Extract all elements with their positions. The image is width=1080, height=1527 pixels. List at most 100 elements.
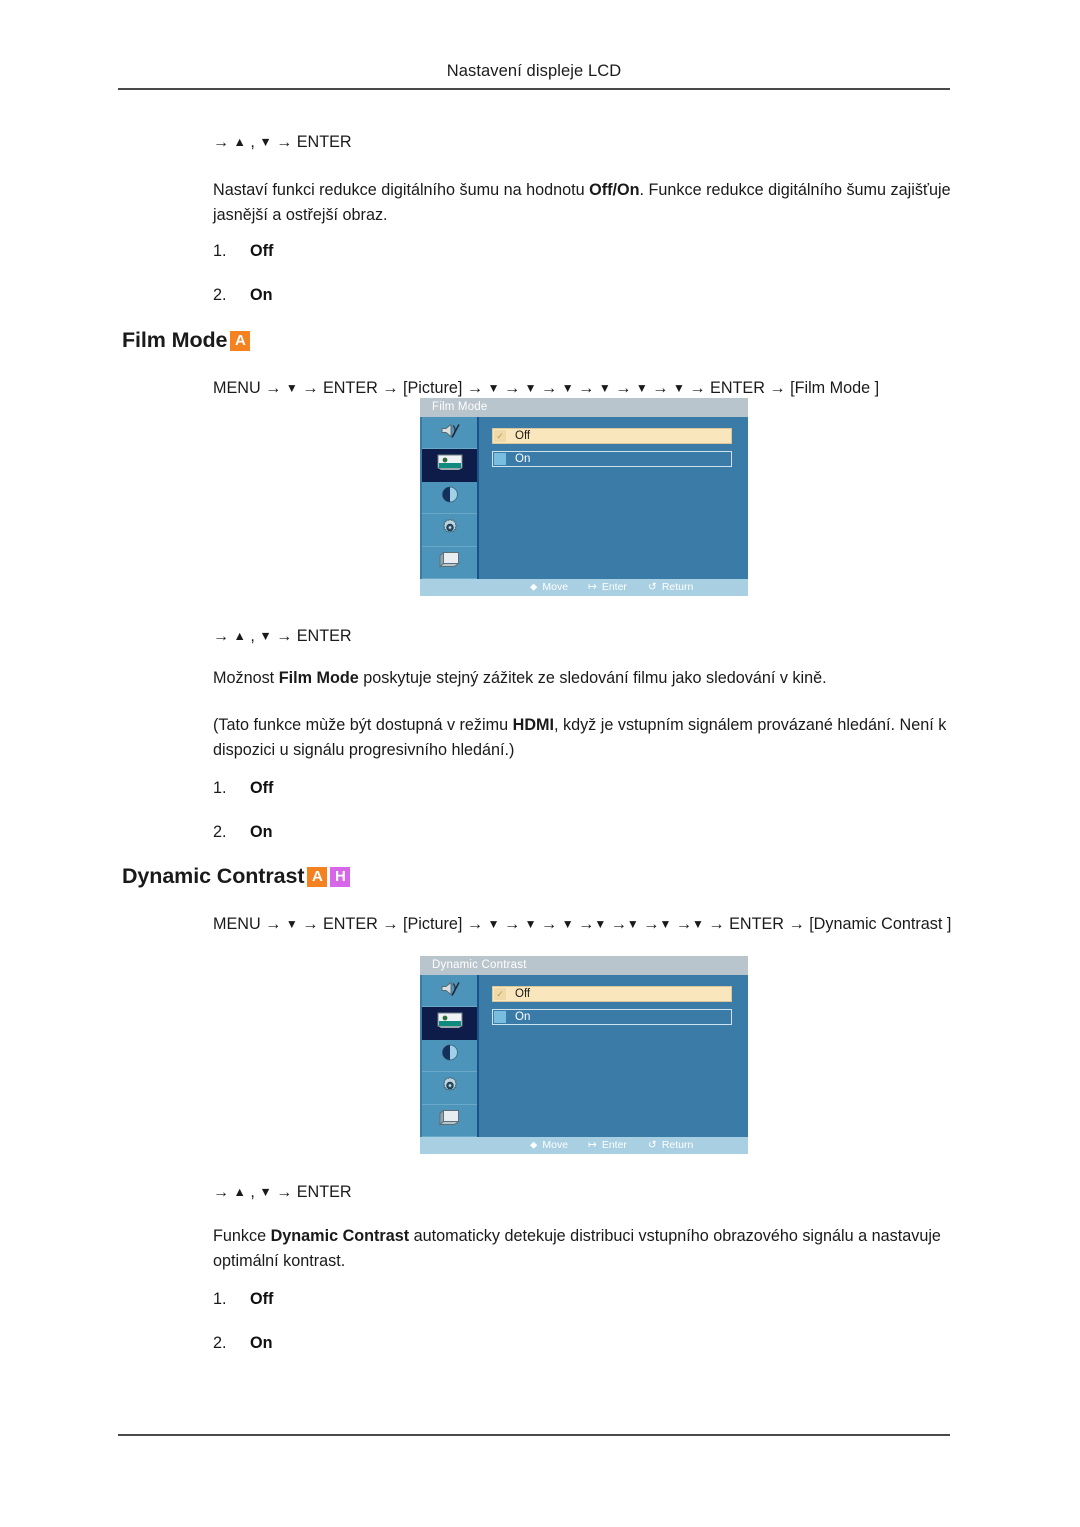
list-item: 1. Off bbox=[213, 242, 713, 286]
running-header: Nastavení displeje LCD bbox=[446, 62, 622, 80]
down-triangle-icon: ▼ bbox=[692, 917, 704, 931]
enter-icon: ↦ bbox=[588, 1139, 597, 1151]
osd-sidebar-item-sound[interactable] bbox=[422, 417, 477, 450]
comma: , bbox=[250, 1183, 255, 1201]
list-item: 1. Off bbox=[213, 1290, 713, 1334]
osd-sidebar-item-input[interactable] bbox=[422, 1105, 477, 1137]
osd-sidebar-item-picture[interactable] bbox=[422, 449, 477, 482]
header-rule bbox=[118, 88, 950, 90]
desc-bold: Dynamic Contrast bbox=[270, 1227, 410, 1245]
move-icon: ⬥ bbox=[530, 1139, 538, 1151]
list-value: On bbox=[250, 823, 273, 841]
list-number: 2. bbox=[213, 823, 227, 841]
enter-label-2: ENTER bbox=[729, 915, 784, 933]
osd-sidebar-item-contrast[interactable] bbox=[422, 1040, 477, 1073]
osd-sidebar-item-sound[interactable] bbox=[422, 975, 477, 1008]
list-value: Off bbox=[250, 779, 274, 797]
osd-sidebar-item-setup[interactable] bbox=[422, 514, 477, 547]
input-source-icon bbox=[438, 551, 461, 574]
list-number: 1. bbox=[213, 242, 227, 260]
down-triangle-icon: ▼ bbox=[259, 135, 272, 149]
dynamic-contrast-menu-path: MENU → ▼ → ENTER → [Picture] → ▼ → ▼ → ▼… bbox=[213, 915, 952, 933]
osd-sidebar bbox=[422, 975, 479, 1137]
picture-menu-label: [Picture] bbox=[403, 379, 463, 397]
comma: , bbox=[250, 133, 255, 151]
down-triangle-icon: ▼ bbox=[285, 917, 298, 931]
osd-footer: ⬥ Move ↦ Enter ↺ Return bbox=[420, 579, 748, 596]
osd-footer: ⬥ Move ↦ Enter ↺ Return bbox=[420, 1137, 748, 1154]
picture-icon bbox=[437, 1012, 463, 1034]
arrow-icon-2: → bbox=[276, 628, 293, 645]
noise-description: Nastaví funkci redukce digitálního šumu … bbox=[213, 178, 953, 228]
menu-label: MENU bbox=[213, 379, 261, 397]
enter-label-2: ENTER bbox=[710, 379, 765, 397]
up-triangle-icon: ▲ bbox=[233, 135, 246, 149]
desc-part2: poskytuje stejný zážitek ze sledování fi… bbox=[358, 669, 827, 687]
heading-text: Dynamic Contrast bbox=[122, 864, 305, 888]
noise-options-list: 1. Off 2. On bbox=[213, 242, 713, 330]
down-triangle-icon: ▼ bbox=[659, 917, 672, 931]
osd-row-off[interactable]: ✓ Off bbox=[492, 428, 732, 444]
noise-desc-bold: Off/On bbox=[589, 181, 640, 199]
list-item: 2. On bbox=[213, 1334, 713, 1378]
osd-sidebar-item-contrast[interactable] bbox=[422, 482, 477, 515]
film-mode-note: (Tato funkce mùže být dostupná v režimu … bbox=[213, 713, 953, 763]
badge-a-icon: A bbox=[307, 867, 328, 887]
osd-row-on[interactable]: On bbox=[492, 1009, 732, 1025]
osd-option-rows: ✓ Off On bbox=[492, 428, 732, 474]
move-icon: ⬥ bbox=[530, 581, 538, 593]
note-bold: HDMI bbox=[512, 716, 554, 734]
check-icon: ✓ bbox=[494, 988, 506, 1000]
bullet-box-icon bbox=[494, 453, 506, 465]
document-page: Nastavení displeje LCD → ▲ , ▼ → ENTER N… bbox=[0, 0, 1080, 1527]
list-value: On bbox=[250, 286, 273, 304]
contrast-icon bbox=[441, 486, 459, 509]
sound-icon bbox=[439, 979, 461, 1002]
enter-label: ENTER bbox=[322, 379, 378, 397]
osd-sidebar-item-picture[interactable] bbox=[422, 1007, 477, 1040]
film-mode-key-line: → ▲ , ▼ → ENTER bbox=[213, 625, 953, 648]
list-value: Off bbox=[250, 1290, 274, 1308]
osd-footer-label: Move bbox=[542, 581, 569, 593]
badge-h-icon: H bbox=[330, 867, 351, 887]
osd-screenshot-dynamic-contrast: Dynamic Contrast ✓ Off On ⬥ Move ↦ Enter… bbox=[420, 956, 748, 1154]
comma: , bbox=[250, 627, 255, 645]
menu-label: MENU bbox=[213, 915, 261, 933]
down-triangle-icon: ▼ bbox=[259, 629, 272, 643]
enter-label: ENTER bbox=[322, 915, 378, 933]
osd-body: ✓ Off On bbox=[420, 417, 748, 579]
section-heading-dynamic-contrast: Dynamic Contrast A H bbox=[122, 864, 351, 889]
osd-sidebar-item-setup[interactable] bbox=[422, 1072, 477, 1105]
target-menu-label: [Dynamic Contrast ] bbox=[809, 915, 952, 933]
osd-row-on[interactable]: On bbox=[492, 451, 732, 467]
osd-sidebar-item-input[interactable] bbox=[422, 547, 477, 579]
setup-gear-icon bbox=[440, 518, 459, 542]
osd-footer-enter: ↦ Enter bbox=[588, 1137, 627, 1154]
osd-screenshot-film-mode: Film Mode ✓ Off On ⬥ Move ↦ Enter ↺ Retu… bbox=[420, 398, 748, 596]
down-triangle-icon: ▼ bbox=[598, 381, 611, 395]
enter-icon: ↦ bbox=[588, 581, 597, 593]
return-icon: ↺ bbox=[648, 581, 657, 593]
osd-footer-label: Enter bbox=[601, 581, 627, 593]
noise-key-line: → ▲ , ▼ → ENTER bbox=[213, 131, 953, 154]
down-triangle-icon: ▼ bbox=[259, 1185, 272, 1199]
down-triangle-icon: ▼ bbox=[524, 917, 537, 931]
return-icon: ↺ bbox=[648, 1139, 657, 1151]
osd-footer-label: Enter bbox=[601, 1139, 627, 1151]
up-triangle-icon: ▲ bbox=[233, 629, 246, 643]
list-item: 1. Off bbox=[213, 779, 713, 823]
list-value: Off bbox=[250, 242, 274, 260]
list-number: 1. bbox=[213, 1290, 227, 1308]
picture-icon bbox=[437, 454, 463, 476]
down-triangle-icon: ▼ bbox=[626, 917, 639, 931]
osd-body: ✓ Off On bbox=[420, 975, 748, 1137]
list-number: 1. bbox=[213, 779, 227, 797]
list-number: 2. bbox=[213, 1334, 227, 1352]
desc-bold: Film Mode bbox=[278, 669, 359, 687]
picture-menu-label: [Picture] bbox=[403, 915, 463, 933]
down-triangle-icon: ▼ bbox=[524, 381, 537, 395]
sound-icon bbox=[439, 421, 461, 444]
osd-row-off[interactable]: ✓ Off bbox=[492, 986, 732, 1002]
dynamic-contrast-description: Funkce Dynamic Contrast automaticky dete… bbox=[213, 1224, 953, 1274]
osd-footer-label: Return bbox=[661, 1139, 694, 1151]
